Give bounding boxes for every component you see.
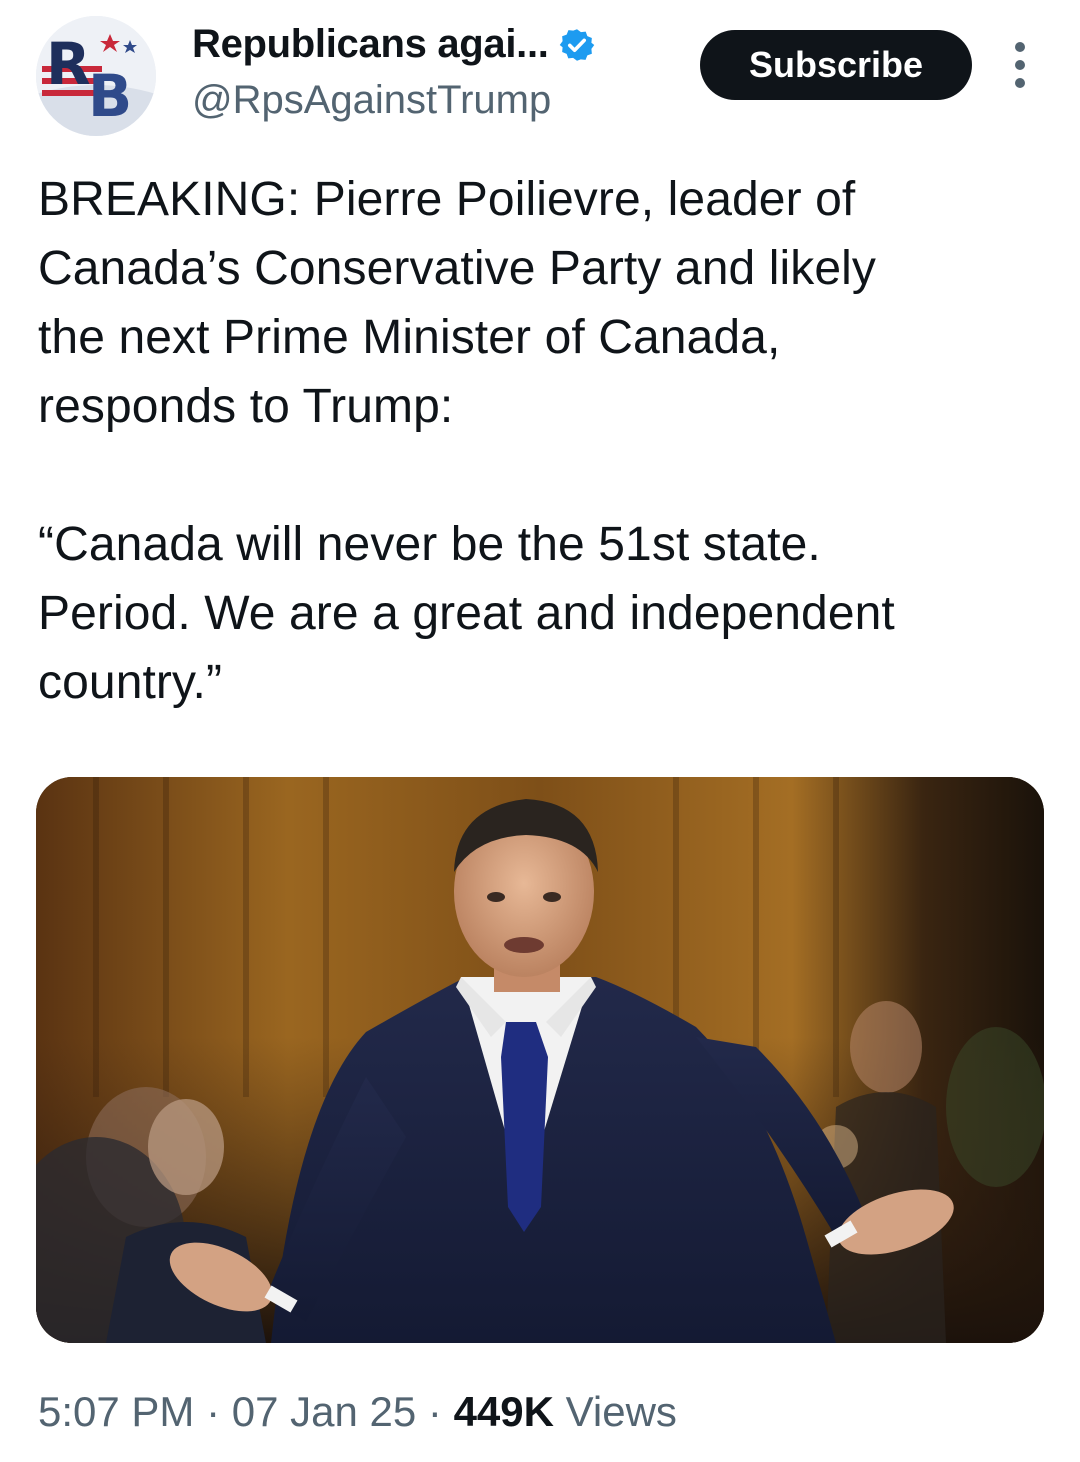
meta-separator: · <box>416 1388 454 1435</box>
author-name-row: Republicans agai... <box>192 22 595 67</box>
tweet-text: BREAKING: Pierre Poilievre, leader of Ca… <box>38 173 895 709</box>
tweet-time[interactable]: 5:07 PM <box>38 1388 194 1436</box>
photo-illustration <box>36 777 1044 1343</box>
author-display-name[interactable]: Republicans agai... <box>192 22 549 67</box>
more-options-icon[interactable] <box>1006 42 1034 88</box>
rb-logo-avatar[interactable]: R B <box>36 16 156 136</box>
verified-badge-icon <box>559 28 594 61</box>
tweet-date[interactable]: 07 Jan 25 <box>232 1388 417 1436</box>
author-handle[interactable]: @RpsAgainstTrump <box>192 78 551 123</box>
tweet-meta: 5:07 PM · 07 Jan 25 · 449K Views <box>38 1388 677 1436</box>
views-label: Views <box>553 1388 677 1435</box>
more-dot <box>1015 78 1025 88</box>
views-count[interactable]: 449K <box>454 1388 554 1436</box>
svg-text:B: B <box>88 62 132 130</box>
meta-separator: · <box>194 1388 232 1435</box>
tweet-photo[interactable] <box>36 777 1044 1343</box>
svg-text:R: R <box>46 30 91 98</box>
more-dot <box>1015 42 1025 52</box>
rb-logo-icon: R B <box>36 16 156 136</box>
tweet-header: R B Republicans agai... @RpsAgainstTrump… <box>0 0 1080 140</box>
more-dot <box>1015 60 1025 70</box>
subscribe-button[interactable]: Subscribe <box>700 30 972 100</box>
